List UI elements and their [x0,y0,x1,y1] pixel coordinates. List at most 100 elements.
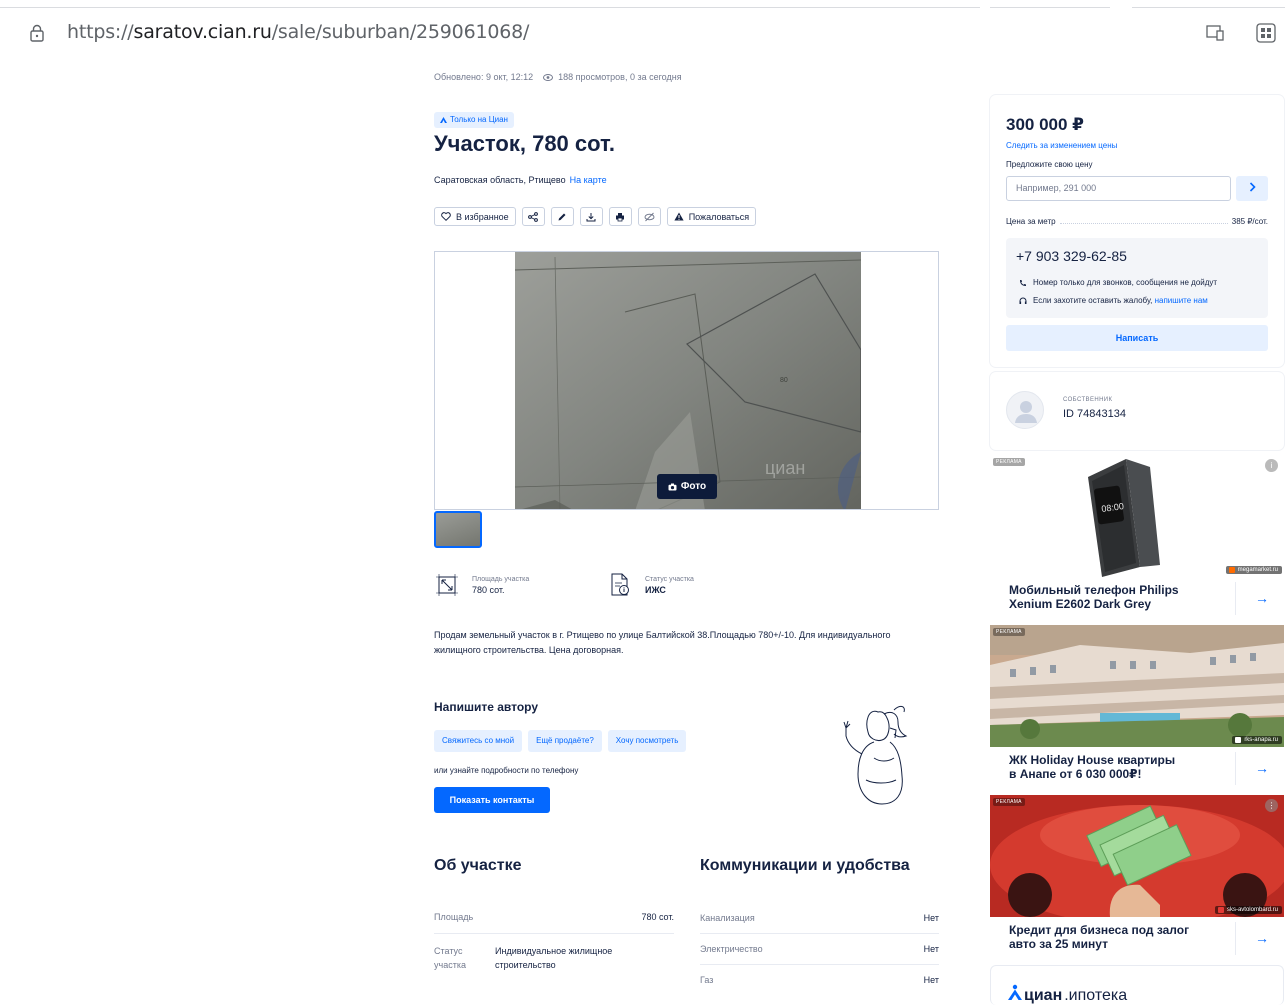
ad-caption: ЖК Holiday House квартиры в Анапе от 6 03… [1009,753,1229,781]
listing-meta: Обновлено: 9 окт, 12:12 188 просмотров, … [434,72,682,82]
land-plan-photo: 80 циан [515,252,861,509]
car-money-image [990,795,1284,917]
offer-price-input[interactable]: Например, 291 000 [1006,176,1231,201]
ad-source[interactable]: megamarket.ru [1225,566,1282,574]
url-prefix: https:// [67,21,134,43]
source-text: sks-avtolombard.ru [1226,907,1278,913]
listing-address: Саратовская область, Ртищево На карте [434,175,607,185]
caption-line: авто за 25 минут [1009,937,1108,951]
hide-eye-icon [644,212,655,221]
ad-source[interactable]: sks-avtolombard.ru [1214,906,1282,914]
facts-row: Площадь участка 780 сот. Статус участка … [436,573,782,597]
cian-ipoteka-card[interactable]: циан .ипотека [990,965,1284,1005]
phone-icon [1020,279,1026,286]
show-contacts-button[interactable]: Показать контакты [434,787,550,813]
offer-submit-button[interactable] [1236,176,1268,201]
share-button[interactable] [521,207,545,226]
main-photo[interactable]: 80 циан [515,252,861,509]
ad-info-icon[interactable]: i [1265,459,1278,472]
ad-image: РЕКЛАМА ⋮ sks-avtolombard.ru [990,795,1284,917]
divider [700,933,939,934]
arrow-right-icon[interactable]: → [1255,930,1269,946]
source-logo-icon [1217,907,1224,913]
fact-value: ИЖС [645,584,666,595]
listing-description: Продам земельный участок в г. Ртищево по… [434,630,891,655]
eye-icon [543,73,554,81]
cian-logo-icon [1008,984,1022,1000]
ad-caption: Кредит для бизнеса под залог авто за 25 м… [1009,923,1229,951]
arrow-right-icon[interactable]: → [1255,760,1269,776]
hide-button[interactable] [637,207,661,226]
download-icon [586,212,596,221]
camera-icon [668,483,677,490]
price: 300 000 ₽ [1006,115,1085,134]
caption-line: Xenium E2602 Dark Grey [1009,597,1152,611]
divider [1235,922,1236,955]
row-key-line: участка [434,960,466,970]
report-button[interactable]: Пожаловаться [666,207,757,226]
page-title: Участок, 780 сот. [434,131,615,156]
pencil-icon [558,213,566,220]
owner-role: СОБСТВЕННИК [1063,397,1113,403]
source-text: megamarket.ru [1237,567,1278,573]
about-row-status-value: Индивидуальное жилищное строительство [495,944,612,972]
ad-phone[interactable]: 08:00 РЕКЛАМА i megamarket.ru Мобильный … [990,455,1284,620]
tab-edge [1132,0,1285,8]
comm-row-gas: Газ Нет [700,975,939,985]
tab-edge [990,0,1110,8]
lock-icon[interactable] [30,24,44,42]
row-key: Площадь [434,912,474,922]
row-value-line: строительство [495,960,556,970]
caption-line: Мобильный телефон Philips [1009,583,1179,597]
chip-contact-me[interactable]: Свяжитесь со мной [434,730,523,752]
photo-gallery[interactable]: 80 циан Фото [434,251,939,510]
row-value: Нет [923,944,939,954]
write-message-button[interactable]: Написать [1006,325,1268,351]
photo-button[interactable]: Фото [657,474,717,499]
map-link[interactable]: На карте [570,175,607,185]
about-row-status-key: Статус участка [434,944,466,972]
avatar [1006,391,1044,429]
chevron-right-icon [1249,182,1256,192]
follow-price-link[interactable]: Следить за изменением цены [1006,141,1117,150]
brand-suffix: .ипотека [1064,987,1128,1004]
note-button[interactable] [550,207,574,226]
price-per-meter: Цена за метр 385 ₽/сот. [1006,217,1268,226]
badge-label: Только на Циан [450,115,508,124]
photo-thumbnail[interactable] [434,511,482,548]
action-toolbar: В избранное Пожаловаться [434,207,757,226]
girl-phone-illustration [843,705,908,805]
share-icon [528,211,539,222]
heart-icon [441,212,451,221]
source-logo-icon [1235,737,1242,743]
fact-label: Площадь участка [472,575,530,583]
write-us-link[interactable]: напишите нам [1155,296,1208,305]
fact-value: 780 сот. [472,584,505,595]
ad-image: 08:00 РЕКЛАМА i megamarket.ru [990,455,1284,577]
chip-still-selling[interactable]: Ещё продаёте? [528,730,602,752]
phone-number[interactable]: +7 903 329-62-85 [1016,248,1127,264]
row-value: 780 сот. [641,912,674,922]
url-path: /sale/suburban/259061068/ [271,21,530,43]
about-title: Об участке [434,857,522,874]
download-button[interactable] [579,207,603,226]
row-value: Нет [923,975,939,985]
print-button[interactable] [608,207,632,226]
headset-icon [1019,297,1027,304]
reader-view-icon[interactable] [1206,25,1224,41]
ad-tag: РЕКЛАМА [993,798,1025,806]
ad-holiday-house[interactable]: РЕКЛАМА rks-anapa.ru ЖК Holiday House кв… [990,625,1284,790]
caption-line: ЖК Holiday House квартиры [1009,753,1176,767]
url-field[interactable]: https://saratov.cian.ru/sale/suburban/25… [67,21,529,43]
favorite-button[interactable]: В избранное [434,207,516,226]
arrow-right-icon[interactable]: → [1255,590,1269,606]
app-grid-icon[interactable] [1256,23,1276,43]
chip-want-to-see[interactable]: Хочу посмотреть [607,730,687,752]
ad-source[interactable]: rks-anapa.ru [1232,736,1282,744]
views-text: 188 просмотров, 0 за сегодня [558,72,682,82]
address-text: Саратовская область, Ртищево [434,175,566,185]
row-value-line: Индивидуальное жилищное [495,946,613,956]
ad-menu-icon[interactable]: ⋮ [1265,799,1278,812]
ad-business-credit[interactable]: РЕКЛАМА ⋮ sks-avtolombard.ru Кредит для … [990,795,1284,960]
divider [1235,582,1236,615]
